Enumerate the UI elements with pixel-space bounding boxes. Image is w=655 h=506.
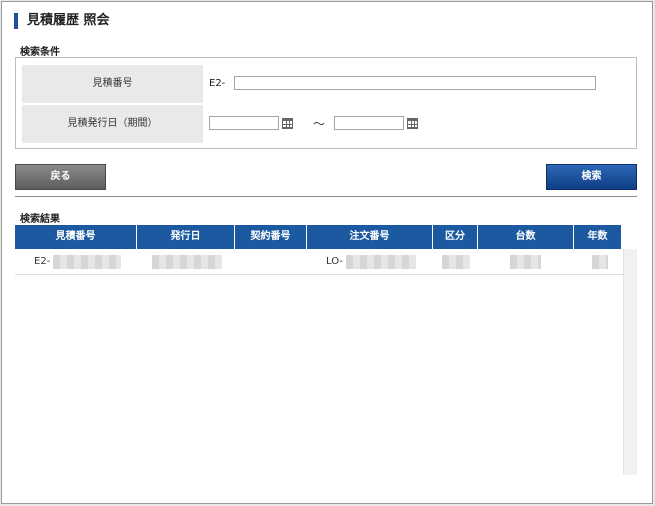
calendar-icon[interactable]: [282, 118, 293, 129]
column-header-years[interactable]: 年数: [574, 225, 621, 249]
redacted-order-number: [346, 255, 416, 269]
results-table: 見積番号 発行日 契約番号 注文番号 区分 台数 年数 E2- LO-: [15, 225, 637, 475]
page-title: 見積履歴 照会: [14, 13, 110, 29]
column-header-unit-count[interactable]: 台数: [478, 225, 574, 249]
search-conditions-panel: 見積番号 E2- 見積発行日（期間）: [15, 57, 637, 149]
date-from-input[interactable]: [209, 116, 279, 130]
redacted-years: [592, 255, 608, 269]
calendar-icon[interactable]: [407, 118, 418, 129]
results-table-header: 見積番号 発行日 契約番号 注文番号 区分 台数 年数: [15, 225, 621, 249]
column-header-issue-date[interactable]: 発行日: [137, 225, 235, 249]
app-window: 見積履歴 照会 検索条件 見積番号 E2- 見積発行日（期間） 〜 戻る 検索 …: [1, 1, 653, 504]
redacted-issue-date: [152, 255, 222, 269]
redacted-category: [442, 255, 470, 269]
results-table-body: E2- LO-: [15, 249, 637, 475]
issue-date-label: 見積発行日（期間）: [22, 105, 203, 143]
redacted-estimate-number: [53, 255, 121, 269]
order-number-prefix-cell: LO-: [326, 256, 343, 267]
redacted-unit-count: [510, 255, 541, 269]
search-conditions-heading: 検索条件: [20, 47, 60, 58]
column-header-contract-number[interactable]: 契約番号: [235, 225, 307, 249]
estimate-number-prefix: E2-: [209, 78, 226, 89]
table-row[interactable]: E2- LO-: [15, 249, 623, 275]
estimate-number-label: 見積番号: [22, 65, 203, 103]
vertical-scrollbar[interactable]: [623, 249, 637, 475]
search-results-heading: 検索結果: [20, 214, 60, 225]
column-header-order-number[interactable]: 注文番号: [307, 225, 433, 249]
section-divider: [15, 196, 637, 197]
date-to-input[interactable]: [334, 116, 404, 130]
column-header-estimate-number[interactable]: 見積番号: [15, 225, 137, 249]
back-button[interactable]: 戻る: [15, 164, 106, 190]
column-header-category[interactable]: 区分: [433, 225, 478, 249]
estimate-number-prefix-cell: E2-: [34, 256, 51, 267]
estimate-number-input[interactable]: [234, 76, 596, 90]
search-button[interactable]: 検索: [546, 164, 637, 190]
range-separator: 〜: [313, 117, 326, 131]
